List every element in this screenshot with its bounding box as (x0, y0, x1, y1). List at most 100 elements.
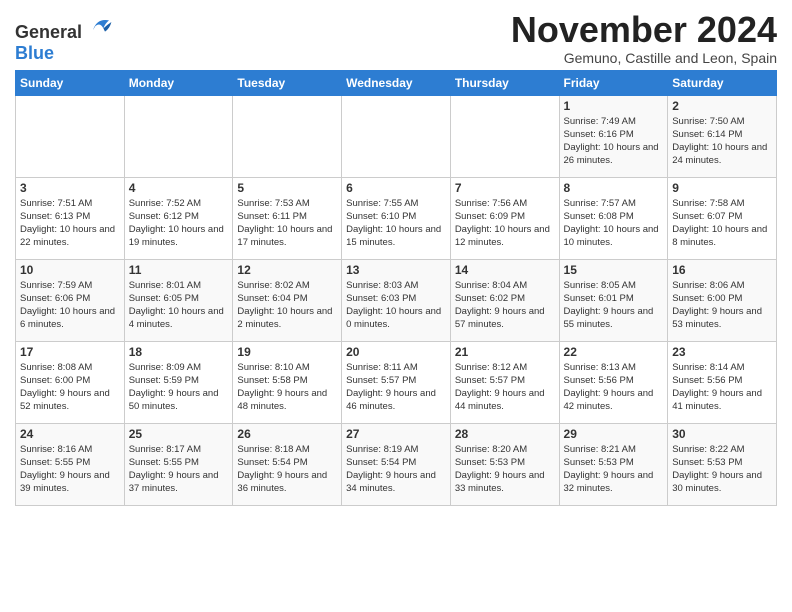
calendar-day-cell (124, 95, 233, 177)
calendar-day-cell: 29Sunrise: 8:21 AM Sunset: 5:53 PM Dayli… (559, 423, 668, 505)
month-title: November 2024 (511, 10, 777, 50)
day-info: Sunrise: 8:05 AM Sunset: 6:01 PM Dayligh… (564, 279, 664, 332)
day-info: Sunrise: 7:50 AM Sunset: 6:14 PM Dayligh… (672, 115, 772, 168)
weekday-header: Sunday (16, 70, 125, 95)
day-info: Sunrise: 8:17 AM Sunset: 5:55 PM Dayligh… (129, 443, 229, 496)
calendar-day-cell: 5 Sunrise: 7:53 AM Sunset: 6:11 PM Daylig… (233, 177, 342, 259)
calendar-day-cell: 2 Sunrise: 7:50 AM Sunset: 6:14 PM Daylig… (668, 95, 777, 177)
day-number: 30 (672, 427, 772, 441)
day-info: Sunrise: 8:22 AM Sunset: 5:53 PM Dayligh… (672, 443, 772, 496)
calendar-week-row: 24Sunrise: 8:16 AM Sunset: 5:55 PM Dayli… (16, 423, 777, 505)
calendar-day-cell: 15 Sunrise: 8:05 AM Sunset: 6:01 PM Dayli… (559, 259, 668, 341)
day-info: Sunrise: 7:57 AM Sunset: 6:08 PM Dayligh… (564, 197, 664, 250)
logo-general: General (15, 22, 82, 42)
weekday-header: Friday (559, 70, 668, 95)
calendar-day-cell: 1Sunrise: 7:49 AM Sunset: 6:16 PM Daylig… (559, 95, 668, 177)
day-info: Sunrise: 7:51 AM Sunset: 6:13 PM Dayligh… (20, 197, 120, 250)
calendar-day-cell: 20 Sunrise: 8:11 AM Sunset: 5:57 PM Dayli… (342, 341, 451, 423)
day-number: 23 (672, 345, 772, 359)
calendar-day-cell: 27Sunrise: 8:19 AM Sunset: 5:54 PM Dayli… (342, 423, 451, 505)
logo-bird-icon (89, 14, 113, 38)
calendar-table: SundayMondayTuesdayWednesdayThursdayFrid… (15, 70, 777, 506)
day-number: 17 (20, 345, 120, 359)
calendar-day-cell: 11Sunrise: 8:01 AM Sunset: 6:05 PM Dayli… (124, 259, 233, 341)
day-number: 14 (455, 263, 555, 277)
calendar-day-cell: 26Sunrise: 8:18 AM Sunset: 5:54 PM Dayli… (233, 423, 342, 505)
calendar-day-cell: 17 Sunrise: 8:08 AM Sunset: 6:00 PM Dayli… (16, 341, 125, 423)
day-info: Sunrise: 8:02 AM Sunset: 6:04 PM Dayligh… (237, 279, 337, 332)
calendar-day-cell: 16 Sunrise: 8:06 AM Sunset: 6:00 PM Dayli… (668, 259, 777, 341)
day-info: Sunrise: 7:52 AM Sunset: 6:12 PM Dayligh… (129, 197, 229, 250)
day-info: Sunrise: 7:56 AM Sunset: 6:09 PM Dayligh… (455, 197, 555, 250)
calendar-day-cell (450, 95, 559, 177)
day-info: Sunrise: 8:20 AM Sunset: 5:53 PM Dayligh… (455, 443, 555, 496)
day-number: 15 (564, 263, 664, 277)
day-number: 25 (129, 427, 229, 441)
day-number: 3 (20, 181, 120, 195)
day-number: 12 (237, 263, 337, 277)
weekday-header: Wednesday (342, 70, 451, 95)
calendar-week-row: 1Sunrise: 7:49 AM Sunset: 6:16 PM Daylig… (16, 95, 777, 177)
calendar-day-cell: 23 Sunrise: 8:14 AM Sunset: 5:56 PM Dayli… (668, 341, 777, 423)
day-info: Sunrise: 8:13 AM Sunset: 5:56 PM Dayligh… (564, 361, 664, 414)
day-number: 27 (346, 427, 446, 441)
calendar-day-cell (233, 95, 342, 177)
day-number: 2 (672, 99, 772, 113)
day-info: Sunrise: 7:53 AM Sunset: 6:11 PM Dayligh… (237, 197, 337, 250)
calendar-day-cell: 7 Sunrise: 7:56 AM Sunset: 6:09 PM Daylig… (450, 177, 559, 259)
page-container: General Blue November 2024 Gemuno, Casti… (0, 0, 792, 511)
weekday-header: Saturday (668, 70, 777, 95)
weekday-row: SundayMondayTuesdayWednesdayThursdayFrid… (16, 70, 777, 95)
calendar-day-cell: 6 Sunrise: 7:55 AM Sunset: 6:10 PM Daylig… (342, 177, 451, 259)
logo-text: General Blue (15, 14, 113, 64)
day-number: 16 (672, 263, 772, 277)
calendar-day-cell (342, 95, 451, 177)
header: General Blue November 2024 Gemuno, Casti… (15, 10, 777, 66)
day-info: Sunrise: 8:03 AM Sunset: 6:03 PM Dayligh… (346, 279, 446, 332)
calendar-week-row: 3 Sunrise: 7:51 AM Sunset: 6:13 PM Daylig… (16, 177, 777, 259)
day-number: 9 (672, 181, 772, 195)
calendar-day-cell: 3 Sunrise: 7:51 AM Sunset: 6:13 PM Daylig… (16, 177, 125, 259)
day-info: Sunrise: 8:04 AM Sunset: 6:02 PM Dayligh… (455, 279, 555, 332)
day-info: Sunrise: 8:01 AM Sunset: 6:05 PM Dayligh… (129, 279, 229, 332)
day-info: Sunrise: 8:06 AM Sunset: 6:00 PM Dayligh… (672, 279, 772, 332)
day-info: Sunrise: 8:09 AM Sunset: 5:59 PM Dayligh… (129, 361, 229, 414)
day-number: 8 (564, 181, 664, 195)
day-info: Sunrise: 8:21 AM Sunset: 5:53 PM Dayligh… (564, 443, 664, 496)
day-info: Sunrise: 8:10 AM Sunset: 5:58 PM Dayligh… (237, 361, 337, 414)
day-number: 28 (455, 427, 555, 441)
calendar-day-cell: 14 Sunrise: 8:04 AM Sunset: 6:02 PM Dayli… (450, 259, 559, 341)
day-number: 13 (346, 263, 446, 277)
calendar-day-cell: 18 Sunrise: 8:09 AM Sunset: 5:59 PM Dayli… (124, 341, 233, 423)
day-number: 20 (346, 345, 446, 359)
calendar-day-cell: 25 Sunrise: 8:17 AM Sunset: 5:55 PM Dayli… (124, 423, 233, 505)
calendar-day-cell (16, 95, 125, 177)
day-number: 7 (455, 181, 555, 195)
day-info: Sunrise: 8:08 AM Sunset: 6:00 PM Dayligh… (20, 361, 120, 414)
day-info: Sunrise: 8:11 AM Sunset: 5:57 PM Dayligh… (346, 361, 446, 414)
day-info: Sunrise: 7:58 AM Sunset: 6:07 PM Dayligh… (672, 197, 772, 250)
day-info: Sunrise: 7:55 AM Sunset: 6:10 PM Dayligh… (346, 197, 446, 250)
calendar-header: SundayMondayTuesdayWednesdayThursdayFrid… (16, 70, 777, 95)
logo: General Blue (15, 14, 113, 64)
day-number: 18 (129, 345, 229, 359)
day-number: 6 (346, 181, 446, 195)
calendar-day-cell: 21Sunrise: 8:12 AM Sunset: 5:57 PM Dayli… (450, 341, 559, 423)
logo-blue: Blue (15, 43, 54, 63)
calendar-day-cell: 30 Sunrise: 8:22 AM Sunset: 5:53 PM Dayli… (668, 423, 777, 505)
calendar-day-cell: 19Sunrise: 8:10 AM Sunset: 5:58 PM Dayli… (233, 341, 342, 423)
calendar-body: 1Sunrise: 7:49 AM Sunset: 6:16 PM Daylig… (16, 95, 777, 505)
day-info: Sunrise: 8:14 AM Sunset: 5:56 PM Dayligh… (672, 361, 772, 414)
day-number: 24 (20, 427, 120, 441)
calendar-day-cell: 12 Sunrise: 8:02 AM Sunset: 6:04 PM Dayli… (233, 259, 342, 341)
day-number: 5 (237, 181, 337, 195)
calendar-day-cell: 24Sunrise: 8:16 AM Sunset: 5:55 PM Dayli… (16, 423, 125, 505)
day-number: 10 (20, 263, 120, 277)
location: Gemuno, Castille and Leon, Spain (511, 50, 777, 66)
calendar-week-row: 17 Sunrise: 8:08 AM Sunset: 6:00 PM Dayli… (16, 341, 777, 423)
calendar-day-cell: 28 Sunrise: 8:20 AM Sunset: 5:53 PM Dayli… (450, 423, 559, 505)
day-number: 26 (237, 427, 337, 441)
weekday-header: Tuesday (233, 70, 342, 95)
calendar-day-cell: 10Sunrise: 7:59 AM Sunset: 6:06 PM Dayli… (16, 259, 125, 341)
title-block: November 2024 Gemuno, Castille and Leon,… (511, 10, 777, 66)
